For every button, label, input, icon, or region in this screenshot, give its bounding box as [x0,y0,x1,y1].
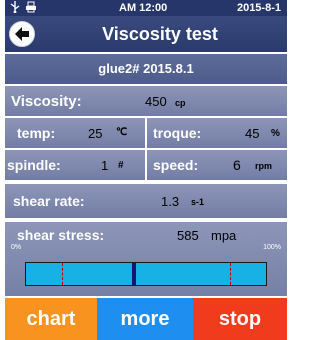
gauge-needle [132,263,136,285]
clock-date: 2015-8-1 [236,2,281,14]
speed-value: 6 [233,157,241,173]
shear-stress-panel: shear stress: 585 mpa 0% 100% [5,222,287,296]
viscosity-unit: cp [175,98,186,108]
shear-rate-unit: s-1 [191,197,205,207]
viscosity-value: 450 [145,94,167,109]
spindle-unit: # [118,160,124,171]
stop-button[interactable]: stop [193,298,287,340]
gauge-min-label: 0% [11,244,22,251]
gauge-low-limit-marker [62,263,63,285]
spindle-label: spindle: [7,157,61,173]
temp-label: temp: [17,125,56,141]
torque-label: troque: [153,125,202,141]
chart-button[interactable]: chart [5,298,97,340]
shear-stress-label: shear stress: [17,227,105,243]
speed-unit: rpm [255,161,273,171]
title-bar: Viscosity test [5,16,287,52]
printer-icon [25,1,37,16]
more-button[interactable]: more [97,298,193,340]
shear-stress-value: 585 [177,228,199,243]
torque-gauge [25,262,267,286]
shear-stress-unit: mpa [211,228,237,243]
shear-rate-row: shear rate: 1.3 s-1 [5,184,287,218]
usb-icon [10,1,20,16]
gauge-max-label: 100% [263,244,281,251]
torque-unit: % [271,128,280,139]
device-screen: AM 12:00 2015-8-1 Viscosity test glue2# … [5,0,287,340]
temp-unit: ℃ [116,127,128,138]
speed-label: speed: [153,157,199,173]
temp-value: 25 [88,126,103,141]
torque-value: 45 [245,126,260,141]
temp-cell: temp: 25 ℃ [5,118,145,148]
viscosity-row: Viscosity: 450 cp [5,86,287,116]
spindle-cell: spindle: 1 # [5,150,145,180]
shear-rate-label: shear rate: [13,193,85,209]
page-title: Viscosity test [102,24,218,44]
back-arrow-icon [15,27,29,41]
shear-rate-value: 1.3 [161,194,180,209]
sample-name: glue2# 2015.8.1 [5,54,287,84]
back-button[interactable] [9,21,35,47]
clock-time: AM 12:00 [119,2,168,14]
viscosity-label: Viscosity: [11,93,82,110]
status-bar: AM 12:00 2015-8-1 [5,0,287,16]
spindle-value: 1 [101,158,109,173]
gauge-high-limit-marker [230,263,231,285]
torque-cell: troque: 45 % [147,118,287,148]
speed-cell: speed: 6 rpm [147,150,287,180]
